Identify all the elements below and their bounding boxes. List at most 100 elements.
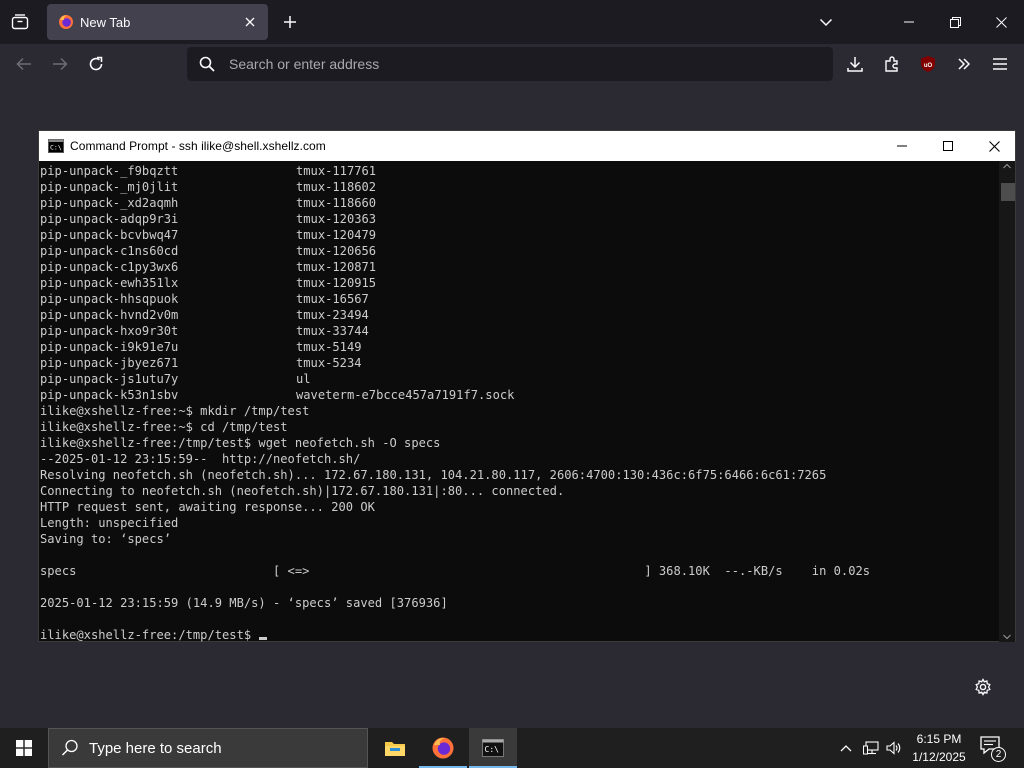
listing-entry-left: pip-unpack-adqp9r3i [40, 212, 179, 226]
taskbar-command-prompt[interactable]: C:\ [469, 728, 517, 768]
text-cursor [259, 637, 268, 640]
ublock-origin-button[interactable]: uO [914, 50, 942, 78]
listing-entry-right: tmux-16567 [296, 292, 369, 306]
search-icon [61, 739, 78, 756]
reload-button[interactable] [82, 50, 110, 78]
listing-entry-right: tmux-118602 [296, 180, 377, 194]
extensions-button[interactable] [878, 50, 906, 78]
prompt-line: ilike@xshellz-free:/tmp/test$ [40, 627, 999, 642]
listing-row: pip-unpack-c1ns60cd tmux-120656 [40, 243, 999, 259]
gear-icon [975, 678, 991, 696]
back-button[interactable] [10, 50, 38, 78]
tab-strip: New Tab [0, 0, 1024, 44]
downloads-button[interactable] [841, 50, 869, 78]
start-button[interactable] [0, 728, 48, 768]
listing-entry-right: tmux-33744 [296, 324, 369, 338]
output-line: ilike@xshellz-free:~$ cd /tmp/test [40, 420, 288, 434]
output-line: Resolving neofetch.sh (neofetch.sh)... 1… [40, 468, 827, 482]
listing-row: pip-unpack-adqp9r3i tmux-120363 [40, 211, 999, 227]
output-line: ilike@xshellz-free:~$ mkdir /tmp/test [40, 404, 310, 418]
command-output: ilike@xshellz-free:~$ mkdir /tmp/test ili… [40, 403, 999, 627]
volume-control[interactable] [884, 728, 904, 768]
listing-row: pip-unpack-bcvbwq47 tmux-120479 [40, 227, 999, 243]
forward-button[interactable] [46, 50, 74, 78]
taskbar-file-explorer[interactable] [371, 728, 419, 768]
arrow-left-icon [16, 57, 31, 71]
taskbar-firefox[interactable] [419, 728, 467, 768]
tab-list-button[interactable] [6, 8, 34, 36]
minimize-icon [897, 145, 907, 147]
cmd-minimize-button[interactable] [879, 131, 925, 161]
output-line: Connecting to neofetch.sh (neofetch.sh)|… [40, 484, 565, 498]
list-all-tabs-button[interactable] [812, 8, 840, 36]
windows-logo-icon [16, 740, 32, 756]
svg-text:C:\: C:\ [485, 745, 500, 754]
listing-entry-right: ul [296, 372, 311, 386]
tab-title: New Tab [80, 14, 131, 30]
navigation-toolbar: Search or enter address uO [0, 44, 1024, 84]
listing-row: pip-unpack-hxo9r30t tmux-33744 [40, 323, 999, 339]
listing-row: pip-unpack-hvnd2v0m tmux-23494 [40, 307, 999, 323]
directory-listing: pip-unpack-_f9bqztt tmux-117761 pip-unpack… [40, 163, 999, 403]
page-settings-button[interactable] [972, 676, 994, 698]
scrollbar-thumb[interactable] [1001, 183, 1015, 201]
command-prompt-icon: C:\ [482, 739, 504, 757]
listing-entry-left: pip-unpack-k53n1sbv [40, 388, 179, 402]
ublock-origin-icon: uO [921, 56, 935, 72]
listing-entry-left: pip-unpack-jbyez671 [40, 356, 179, 370]
close-icon [245, 17, 255, 27]
shell-prompt: ilike@xshellz-free:/tmp/test$ [40, 628, 252, 642]
show-hidden-icons-button[interactable] [836, 728, 856, 768]
vertical-scrollbar[interactable] [999, 161, 1015, 642]
download-icon [847, 57, 863, 72]
cmd-title-bar[interactable]: C:\ Command Prompt - ssh ilike@shell.xsh… [39, 131, 1015, 161]
notification-count-badge: 2 [991, 747, 1006, 762]
network-icon [863, 741, 879, 755]
listing-row: pip-unpack-_f9bqztt tmux-117761 [40, 163, 999, 179]
network-status[interactable] [860, 728, 882, 768]
taskbar-search-box[interactable]: Type here to search [48, 728, 368, 768]
taskbar-search-placeholder: Type here to search [89, 739, 222, 757]
address-bar[interactable]: Search or enter address [187, 47, 833, 81]
scroll-up-icon [1003, 163, 1011, 169]
app-menu-button[interactable] [986, 50, 1014, 78]
cmd-maximize-button[interactable] [925, 131, 971, 161]
listing-entry-right: tmux-23494 [296, 308, 369, 322]
toolbar-overflow-button[interactable] [950, 50, 978, 78]
cmd-close-button[interactable] [971, 131, 1017, 161]
listing-entry-left: pip-unpack-hhsqpuok [40, 292, 179, 306]
notification-center-button[interactable]: 2 [980, 736, 1006, 762]
close-tab-button[interactable] [242, 14, 258, 30]
double-chevron-icon [958, 58, 971, 70]
terminal-output[interactable]: pip-unpack-_f9bqztt tmux-117761 pip-unpack… [39, 161, 999, 642]
plus-icon [284, 16, 296, 28]
clock-date: 1/12/2025 [912, 750, 966, 764]
listing-row: pip-unpack-jbyez671 tmux-5234 [40, 355, 999, 371]
taskbar: Type here to search C:\ 6:15 PM 1/12/202… [0, 728, 1024, 768]
restore-button[interactable] [932, 0, 978, 44]
listing-entry-left: pip-unpack-ewh351lx [40, 276, 179, 290]
command-prompt-window[interactable]: C:\ Command Prompt - ssh ilike@shell.xsh… [38, 130, 1016, 642]
listing-entry-right: tmux-120915 [296, 276, 377, 290]
listing-entry-left: pip-unpack-_mj0jlit [40, 180, 179, 194]
listing-entry-right: tmux-118660 [296, 196, 377, 210]
output-line: Saving to: ‘specs’ [40, 532, 172, 546]
close-window-button[interactable] [978, 0, 1024, 44]
tab-list-icon [11, 14, 29, 30]
firefox-icon [432, 737, 454, 759]
address-placeholder: Search or enter address [229, 56, 380, 72]
arrow-right-icon [53, 57, 68, 71]
output-line: 2025-01-12 23:15:59 (14.9 MB/s) - ‘specs… [40, 596, 448, 610]
search-icon [199, 56, 215, 72]
close-icon [988, 140, 1000, 152]
taskbar-clock[interactable]: 6:15 PM 1/12/2025 [906, 730, 972, 766]
listing-entry-right: tmux-5234 [296, 356, 362, 370]
hamburger-icon [993, 58, 1007, 70]
new-tab-button[interactable] [276, 8, 304, 36]
minimize-button[interactable] [886, 0, 932, 44]
listing-row: pip-unpack-c1py3wx6 tmux-120871 [40, 259, 999, 275]
close-icon [995, 16, 1007, 28]
listing-entry-left: pip-unpack-hxo9r30t [40, 324, 179, 338]
tab-new-tab[interactable]: New Tab [47, 4, 268, 40]
